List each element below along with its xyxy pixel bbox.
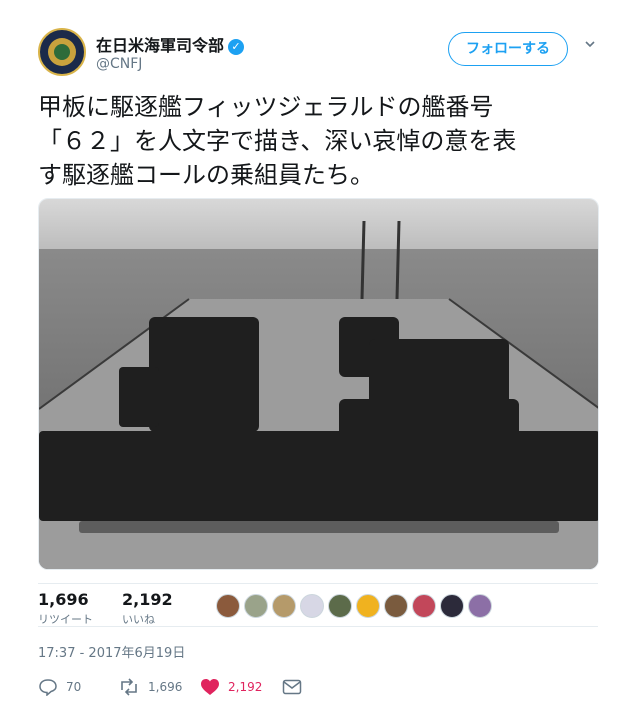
verified-badge-icon: ✓ (228, 38, 245, 55)
liker-avatar[interactable] (440, 594, 464, 618)
reply-icon (39, 679, 57, 696)
liker-avatar[interactable] (412, 594, 436, 618)
tweet-text: 甲板に駆逐艦フィッツジェラルドの艦番号 「６２」を人文字で描き、深い哀悼の意を表… (38, 90, 598, 192)
liker-avatar[interactable] (300, 594, 324, 618)
liker-avatar[interactable] (272, 594, 296, 618)
retweet-action-count: 1,696 (148, 680, 183, 694)
reply-action[interactable]: 70 (38, 676, 81, 698)
follow-button[interactable]: フォローする (448, 32, 568, 66)
tweet-photo[interactable] (38, 198, 599, 570)
like-stat[interactable]: 2,192 いいね (122, 590, 173, 627)
emblem-core (54, 44, 70, 60)
envelope-icon (282, 679, 302, 695)
account-handle[interactable]: @CNFJ (96, 56, 142, 72)
chevron-down-icon[interactable] (584, 38, 596, 50)
message-action[interactable] (282, 676, 302, 698)
tweet-stats: 1,696 リツイート 2,192 いいね (38, 583, 598, 627)
like-label: いいね (122, 613, 155, 626)
like-action-count: 2,192 (228, 680, 263, 694)
retweet-stat[interactable]: 1,696 リツイート (38, 590, 93, 627)
reply-count: 70 (66, 680, 82, 694)
liker-avatar[interactable] (384, 594, 408, 618)
tweet-actions: 70 1,696 2,192 (38, 676, 598, 698)
tweet-header: 在日米海軍司令部 ✓ @CNFJ フォローする (38, 28, 608, 80)
account-avatar[interactable] (38, 28, 86, 76)
retweet-count: 1,696 (38, 590, 89, 609)
like-count: 2,192 (122, 590, 173, 609)
account-name-text: 在日米海軍司令部 (96, 36, 225, 55)
ship-deck-photo (39, 199, 598, 569)
liker-avatar[interactable] (216, 594, 240, 618)
retweet-icon (121, 678, 137, 696)
liker-avatar[interactable] (328, 594, 352, 618)
tweet-line: 甲板に駆逐艦フィッツジェラルドの艦番号 (38, 93, 494, 121)
heart-icon (201, 679, 219, 695)
retweet-action[interactable]: 1,696 (118, 676, 182, 698)
liker-avatar[interactable] (244, 594, 268, 618)
tweet-line: す駆逐艦コールの乗組員たち。 (38, 161, 374, 189)
tweet-line: 「６２」を人文字で描き、深い哀悼の意を表 (38, 127, 517, 155)
retweet-label: リツイート (38, 613, 93, 626)
account-name[interactable]: 在日米海軍司令部 ✓ (96, 32, 245, 56)
like-action[interactable]: 2,192 (200, 676, 262, 698)
tweet-timestamp[interactable]: 17:37 - 2017年6月19日 (38, 642, 185, 661)
liker-avatar[interactable] (356, 594, 380, 618)
liker-avatar[interactable] (468, 594, 492, 618)
